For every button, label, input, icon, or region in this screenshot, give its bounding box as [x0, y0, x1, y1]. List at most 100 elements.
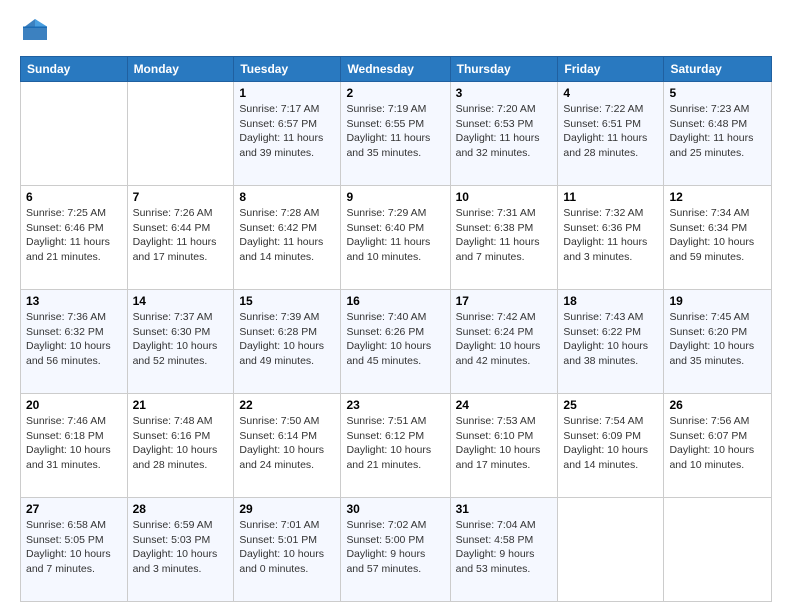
day-info: Sunrise: 6:59 AM Sunset: 5:03 PM Dayligh… [133, 518, 229, 577]
daylight-label: Daylight: 10 hours and 31 minutes. [26, 444, 111, 471]
daylight-label: Daylight: 10 hours and 52 minutes. [133, 340, 218, 367]
weekday-header: Tuesday [234, 57, 341, 82]
calendar-week-row: 13 Sunrise: 7:36 AM Sunset: 6:32 PM Dayl… [21, 290, 772, 394]
day-info: Sunrise: 7:37 AM Sunset: 6:30 PM Dayligh… [133, 310, 229, 369]
daylight-label: Daylight: 11 hours and 14 minutes. [239, 236, 323, 263]
sunrise-label: Sunrise: 7:32 AM [563, 207, 643, 219]
calendar-cell: 5 Sunrise: 7:23 AM Sunset: 6:48 PM Dayli… [664, 82, 772, 186]
day-number: 25 [563, 398, 658, 412]
calendar-cell: 19 Sunrise: 7:45 AM Sunset: 6:20 PM Dayl… [664, 290, 772, 394]
sunset-label: Sunset: 6:24 PM [456, 326, 534, 338]
daylight-label: Daylight: 10 hours and 42 minutes. [456, 340, 541, 367]
calendar-cell [558, 498, 664, 602]
day-number: 22 [239, 398, 335, 412]
day-number: 19 [669, 294, 766, 308]
header [20, 16, 772, 46]
daylight-label: Daylight: 11 hours and 17 minutes. [133, 236, 217, 263]
day-number: 7 [133, 190, 229, 204]
sunset-label: Sunset: 5:03 PM [133, 534, 211, 546]
sunset-label: Sunset: 6:53 PM [456, 118, 534, 130]
weekday-header: Sunday [21, 57, 128, 82]
calendar-cell: 4 Sunrise: 7:22 AM Sunset: 6:51 PM Dayli… [558, 82, 664, 186]
calendar-cell [127, 82, 234, 186]
sunset-label: Sunset: 6:26 PM [346, 326, 424, 338]
day-number: 10 [456, 190, 553, 204]
daylight-label: Daylight: 9 hours and 53 minutes. [456, 548, 535, 575]
calendar-cell: 17 Sunrise: 7:42 AM Sunset: 6:24 PM Dayl… [450, 290, 558, 394]
sunrise-label: Sunrise: 7:04 AM [456, 519, 536, 531]
sunrise-label: Sunrise: 7:36 AM [26, 311, 106, 323]
calendar-cell: 16 Sunrise: 7:40 AM Sunset: 6:26 PM Dayl… [341, 290, 450, 394]
sunset-label: Sunset: 5:01 PM [239, 534, 317, 546]
sunset-label: Sunset: 6:46 PM [26, 222, 104, 234]
day-number: 23 [346, 398, 444, 412]
calendar-cell: 1 Sunrise: 7:17 AM Sunset: 6:57 PM Dayli… [234, 82, 341, 186]
day-info: Sunrise: 7:23 AM Sunset: 6:48 PM Dayligh… [669, 102, 766, 161]
day-info: Sunrise: 7:53 AM Sunset: 6:10 PM Dayligh… [456, 414, 553, 473]
daylight-label: Daylight: 10 hours and 14 minutes. [563, 444, 648, 471]
day-info: Sunrise: 7:22 AM Sunset: 6:51 PM Dayligh… [563, 102, 658, 161]
sunrise-label: Sunrise: 7:22 AM [563, 103, 643, 115]
sunset-label: Sunset: 6:22 PM [563, 326, 641, 338]
sunrise-label: Sunrise: 7:28 AM [239, 207, 319, 219]
day-number: 6 [26, 190, 122, 204]
sunrise-label: Sunrise: 6:58 AM [26, 519, 106, 531]
day-number: 2 [346, 86, 444, 100]
sunrise-label: Sunrise: 7:19 AM [346, 103, 426, 115]
sunrise-label: Sunrise: 7:43 AM [563, 311, 643, 323]
daylight-label: Daylight: 10 hours and 10 minutes. [669, 444, 754, 471]
sunrise-label: Sunrise: 7:31 AM [456, 207, 536, 219]
day-info: Sunrise: 7:01 AM Sunset: 5:01 PM Dayligh… [239, 518, 335, 577]
day-number: 3 [456, 86, 553, 100]
calendar-week-row: 27 Sunrise: 6:58 AM Sunset: 5:05 PM Dayl… [21, 498, 772, 602]
sunrise-label: Sunrise: 7:40 AM [346, 311, 426, 323]
daylight-label: Daylight: 11 hours and 3 minutes. [563, 236, 647, 263]
sunset-label: Sunset: 6:40 PM [346, 222, 424, 234]
day-number: 24 [456, 398, 553, 412]
day-info: Sunrise: 7:28 AM Sunset: 6:42 PM Dayligh… [239, 206, 335, 265]
daylight-label: Daylight: 10 hours and 45 minutes. [346, 340, 431, 367]
day-number: 29 [239, 502, 335, 516]
sunrise-label: Sunrise: 6:59 AM [133, 519, 213, 531]
calendar-cell: 3 Sunrise: 7:20 AM Sunset: 6:53 PM Dayli… [450, 82, 558, 186]
sunrise-label: Sunrise: 7:54 AM [563, 415, 643, 427]
daylight-label: Daylight: 11 hours and 32 minutes. [456, 132, 540, 159]
daylight-label: Daylight: 11 hours and 28 minutes. [563, 132, 647, 159]
daylight-label: Daylight: 10 hours and 24 minutes. [239, 444, 324, 471]
calendar-cell: 14 Sunrise: 7:37 AM Sunset: 6:30 PM Dayl… [127, 290, 234, 394]
weekday-header: Thursday [450, 57, 558, 82]
day-info: Sunrise: 7:40 AM Sunset: 6:26 PM Dayligh… [346, 310, 444, 369]
sunset-label: Sunset: 6:36 PM [563, 222, 641, 234]
day-info: Sunrise: 7:02 AM Sunset: 5:00 PM Dayligh… [346, 518, 444, 577]
day-info: Sunrise: 7:04 AM Sunset: 4:58 PM Dayligh… [456, 518, 553, 577]
daylight-label: Daylight: 10 hours and 38 minutes. [563, 340, 648, 367]
sunrise-label: Sunrise: 7:39 AM [239, 311, 319, 323]
sunset-label: Sunset: 6:30 PM [133, 326, 211, 338]
sunset-label: Sunset: 6:12 PM [346, 430, 424, 442]
daylight-label: Daylight: 10 hours and 35 minutes. [669, 340, 754, 367]
sunrise-label: Sunrise: 7:20 AM [456, 103, 536, 115]
calendar-cell: 28 Sunrise: 6:59 AM Sunset: 5:03 PM Dayl… [127, 498, 234, 602]
calendar-cell: 29 Sunrise: 7:01 AM Sunset: 5:01 PM Dayl… [234, 498, 341, 602]
sunrise-label: Sunrise: 7:50 AM [239, 415, 319, 427]
daylight-label: Daylight: 11 hours and 10 minutes. [346, 236, 430, 263]
day-info: Sunrise: 7:46 AM Sunset: 6:18 PM Dayligh… [26, 414, 122, 473]
day-number: 15 [239, 294, 335, 308]
day-number: 11 [563, 190, 658, 204]
calendar-cell: 20 Sunrise: 7:46 AM Sunset: 6:18 PM Dayl… [21, 394, 128, 498]
calendar-cell: 8 Sunrise: 7:28 AM Sunset: 6:42 PM Dayli… [234, 186, 341, 290]
calendar-cell: 12 Sunrise: 7:34 AM Sunset: 6:34 PM Dayl… [664, 186, 772, 290]
day-info: Sunrise: 7:50 AM Sunset: 6:14 PM Dayligh… [239, 414, 335, 473]
day-info: Sunrise: 6:58 AM Sunset: 5:05 PM Dayligh… [26, 518, 122, 577]
sunset-label: Sunset: 6:18 PM [26, 430, 104, 442]
day-info: Sunrise: 7:56 AM Sunset: 6:07 PM Dayligh… [669, 414, 766, 473]
sunset-label: Sunset: 6:38 PM [456, 222, 534, 234]
daylight-label: Daylight: 10 hours and 7 minutes. [26, 548, 111, 575]
weekday-header-row: SundayMondayTuesdayWednesdayThursdayFrid… [21, 57, 772, 82]
calendar-cell: 26 Sunrise: 7:56 AM Sunset: 6:07 PM Dayl… [664, 394, 772, 498]
day-number: 17 [456, 294, 553, 308]
calendar-cell: 2 Sunrise: 7:19 AM Sunset: 6:55 PM Dayli… [341, 82, 450, 186]
calendar-week-row: 1 Sunrise: 7:17 AM Sunset: 6:57 PM Dayli… [21, 82, 772, 186]
sunset-label: Sunset: 6:14 PM [239, 430, 317, 442]
calendar-cell: 24 Sunrise: 7:53 AM Sunset: 6:10 PM Dayl… [450, 394, 558, 498]
